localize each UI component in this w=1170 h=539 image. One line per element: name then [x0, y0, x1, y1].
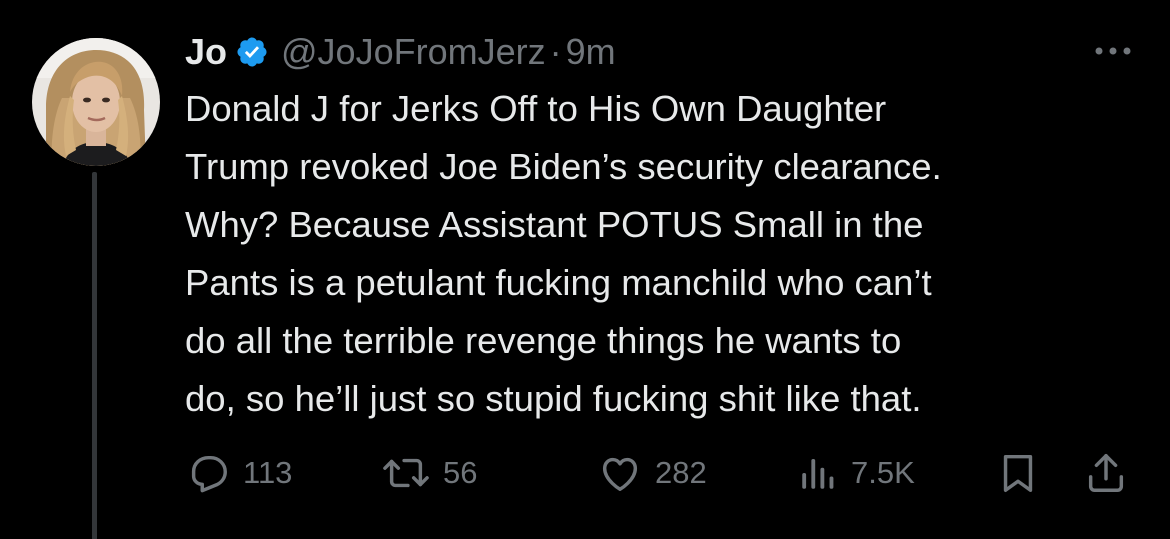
reply-icon [185, 450, 231, 496]
author-name[interactable]: Jo [185, 31, 227, 73]
tweet-text-line: Pants is a petulant fucking manchild who… [185, 262, 932, 303]
more-icon[interactable] [1091, 36, 1135, 66]
repost-icon [381, 450, 431, 496]
tweet-header: Jo @JoJoFromJerz · 9m [185, 26, 1140, 78]
like-button[interactable]: 282 [597, 450, 707, 496]
share-button[interactable] [1083, 450, 1129, 496]
bookmark-button[interactable] [995, 450, 1041, 496]
views-button[interactable]: 7.5K [797, 450, 915, 496]
verified-badge-icon [235, 35, 269, 69]
tweet-text-line: Donald J for Jerks Off to His Own Daught… [185, 88, 887, 129]
separator-dot: · [549, 31, 562, 72]
views-count: 7.5K [851, 455, 915, 490]
tweet-text: Donald J for Jerks Off to His Own Daught… [185, 80, 1140, 428]
thread-line [92, 172, 97, 539]
author-handle[interactable]: @JoJoFromJerz [281, 31, 546, 73]
repost-count: 56 [443, 455, 478, 490]
like-icon [597, 450, 643, 496]
avatar[interactable] [32, 38, 160, 166]
tweet-text-line: do all the terrible revenge things he wa… [185, 320, 902, 361]
like-count: 282 [655, 455, 707, 490]
bookmark-icon [995, 450, 1041, 496]
tweet-text-line: Why? Because Assistant POTUS Small in th… [185, 204, 924, 245]
reply-button[interactable]: 113 [185, 450, 292, 496]
tweet-content: Jo @JoJoFromJerz · 9m Donald J for Jerks… [185, 26, 1140, 428]
share-icon [1083, 450, 1129, 496]
tweet-text-line: do, so he’ll just so stupid fucking shit… [185, 378, 922, 419]
views-icon [797, 450, 839, 496]
timestamp[interactable]: 9m [566, 31, 616, 73]
reply-count: 113 [243, 455, 293, 490]
tweet[interactable]: Jo @JoJoFromJerz · 9m Donald J for Jerks… [0, 0, 1170, 539]
tweet-actions: 113 56 282 7.5K [185, 450, 1130, 502]
repost-button[interactable]: 56 [381, 450, 477, 496]
avatar-column [32, 38, 160, 539]
tweet-text-line: Trump revoked Joe Biden’s security clear… [185, 146, 942, 187]
